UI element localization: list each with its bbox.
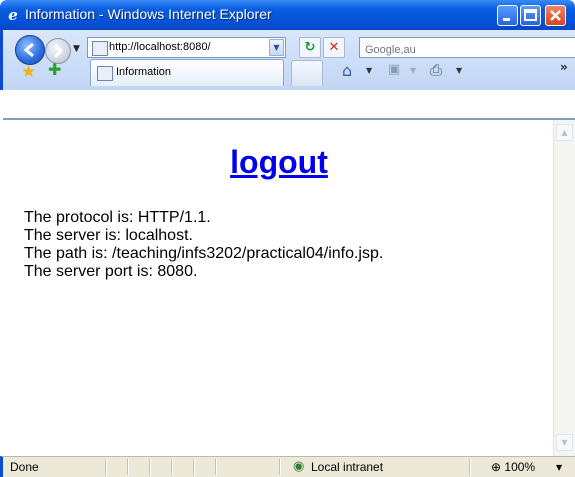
title-bar[interactable]: e Information - Windows Internet Explore… bbox=[0, 0, 575, 30]
status-divider bbox=[149, 459, 151, 475]
favorites-star-icon[interactable]: ★ bbox=[21, 62, 36, 82]
server-line: The server is: localhost. bbox=[24, 227, 193, 244]
server-info: The protocol is: HTTP/1.1. The server is… bbox=[24, 209, 383, 281]
status-bar: Done ◉ Local intranet ⊕ 100% ▼ bbox=[0, 456, 575, 477]
tab-information[interactable]: Information bbox=[90, 59, 284, 86]
home-dropdown-icon[interactable]: ▼ bbox=[366, 66, 372, 75]
status-divider bbox=[127, 459, 129, 475]
history-dropdown-icon[interactable]: ▼ bbox=[73, 44, 80, 54]
address-dropdown-icon[interactable]: ▼ bbox=[269, 39, 284, 56]
close-icon bbox=[550, 10, 561, 21]
path-line: The path is: /teaching/infs3202/practica… bbox=[24, 245, 384, 262]
tab-favicon-icon bbox=[97, 66, 113, 81]
feeds-dropdown-icon[interactable]: ▼ bbox=[410, 66, 416, 75]
minimize-button[interactable] bbox=[497, 5, 518, 26]
search-input[interactable] bbox=[365, 41, 565, 59]
logout-link[interactable]: logout bbox=[3, 144, 555, 181]
status-divider bbox=[279, 459, 281, 475]
zoom-value: 100% bbox=[504, 460, 536, 474]
new-tab-button[interactable] bbox=[291, 60, 323, 86]
print-icon[interactable]: ⎙ bbox=[430, 61, 442, 79]
scroll-down-icon[interactable]: ▼ bbox=[556, 434, 573, 451]
security-zone-label: Local intranet bbox=[311, 460, 384, 474]
window-title: Information - Windows Internet Explorer bbox=[25, 6, 272, 22]
navigation-toolbar: ▼ http://localhost:8080/ ▼ ↻ ✕ bbox=[0, 30, 575, 90]
minimize-icon bbox=[503, 18, 510, 21]
stop-button[interactable]: ✕ bbox=[323, 37, 345, 58]
status-divider bbox=[171, 459, 173, 475]
browser-window: e Information - Windows Internet Explore… bbox=[0, 0, 575, 477]
zoom-level[interactable]: ⊕ 100% bbox=[491, 460, 535, 474]
search-box[interactable] bbox=[359, 37, 575, 59]
protocol-line: The protocol is: HTTP/1.1. bbox=[24, 209, 211, 226]
address-input[interactable]: http://localhost:8080/ bbox=[109, 41, 259, 53]
more-tools-chevron-icon[interactable]: » bbox=[560, 60, 568, 74]
ie-logo-icon: e bbox=[8, 6, 18, 24]
status-divider bbox=[215, 459, 217, 475]
back-button[interactable] bbox=[15, 35, 45, 65]
tab-label: Information bbox=[116, 66, 172, 78]
back-arrow-icon bbox=[23, 42, 34, 58]
maximize-button[interactable] bbox=[520, 5, 541, 26]
vertical-scrollbar[interactable]: ▲ ▼ bbox=[553, 120, 575, 456]
close-button[interactable] bbox=[545, 5, 566, 26]
page-content: logout The protocol is: HTTP/1.1. The se… bbox=[3, 118, 575, 456]
feeds-icon[interactable]: ▣ bbox=[388, 62, 400, 77]
home-icon[interactable]: ⌂ bbox=[342, 61, 352, 80]
status-divider bbox=[193, 459, 195, 475]
refresh-button[interactable]: ↻ bbox=[299, 37, 321, 58]
status-text: Done bbox=[10, 460, 39, 474]
page-favicon-icon bbox=[92, 41, 108, 56]
add-favorite-icon[interactable]: ✚ bbox=[48, 60, 61, 79]
maximize-icon bbox=[524, 9, 537, 21]
print-dropdown-icon[interactable]: ▼ bbox=[456, 66, 462, 75]
port-line: The server port is: 8080. bbox=[24, 263, 198, 280]
status-divider bbox=[469, 459, 471, 475]
address-bar[interactable]: http://localhost:8080/ ▼ bbox=[87, 37, 286, 58]
intranet-zone-icon: ◉ bbox=[293, 459, 305, 474]
zoom-dropdown-icon[interactable]: ▼ bbox=[556, 463, 562, 472]
status-divider bbox=[105, 459, 107, 475]
scroll-up-icon[interactable]: ▲ bbox=[556, 124, 573, 141]
